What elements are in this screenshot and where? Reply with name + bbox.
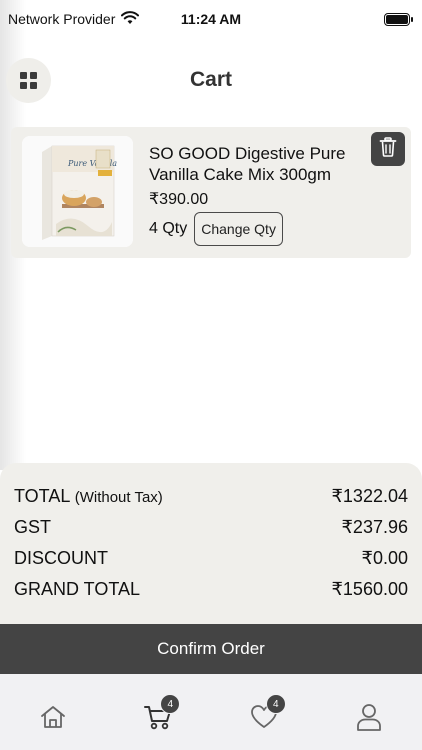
gst-label: GST bbox=[14, 517, 52, 537]
delete-item-button[interactable] bbox=[371, 132, 405, 166]
bottom-nav: 4 4 bbox=[0, 674, 422, 750]
discount-row: DISCOUNT ₹0.00 bbox=[14, 548, 408, 569]
product-name: SO GOOD Digestive Pure Vanilla Cake Mix … bbox=[149, 144, 346, 184]
grand-total-label: GRAND TOTAL bbox=[14, 579, 141, 599]
discount-label: DISCOUNT bbox=[14, 548, 108, 568]
grand-total-value: ₹1560.00 bbox=[331, 579, 408, 599]
product-price: ₹390.00 bbox=[149, 191, 209, 208]
header: Cart bbox=[0, 56, 422, 106]
wifi-icon bbox=[121, 10, 140, 28]
home-icon bbox=[39, 703, 67, 736]
gst-value: ₹237.96 bbox=[341, 517, 408, 537]
gst-row: GST ₹237.96 bbox=[14, 517, 408, 538]
confirm-order-button[interactable]: Confirm Order bbox=[0, 624, 422, 674]
change-qty-button[interactable]: Change Qty bbox=[194, 212, 283, 246]
status-left: Network Provider bbox=[8, 10, 140, 28]
page-title: Cart bbox=[189, 68, 232, 91]
nav-wishlist[interactable]: 4 bbox=[244, 694, 286, 736]
total-row: TOTAL (Without Tax) ₹1322.04 bbox=[14, 486, 408, 507]
grand-total-row: GRAND TOTAL ₹1560.00 bbox=[14, 579, 408, 600]
battery-icon bbox=[384, 12, 413, 26]
quantity-text: 4 Qty bbox=[149, 220, 188, 237]
nav-profile[interactable] bbox=[349, 702, 389, 736]
product-image[interactable]: Pure Vanilla bbox=[22, 136, 133, 247]
quantity-row: 4 Qty Change Qty bbox=[149, 212, 283, 246]
user-icon bbox=[355, 702, 383, 737]
carrier-name: Network Provider bbox=[8, 11, 116, 27]
trash-icon bbox=[379, 136, 397, 162]
nav-home[interactable] bbox=[33, 702, 73, 736]
total-note: (Without Tax) bbox=[74, 489, 163, 506]
total-label-group: TOTAL (Without Tax) bbox=[14, 486, 163, 507]
nav-cart[interactable]: 4 bbox=[138, 694, 181, 736]
wishlist-count-badge: 4 bbox=[265, 694, 286, 714]
cart-item: Pure Vanilla SO GOOD Digestive Pure Vani… bbox=[11, 127, 411, 258]
cart-count-badge: 4 bbox=[160, 694, 181, 714]
total-value: ₹1322.04 bbox=[331, 486, 408, 506]
order-summary: TOTAL (Without Tax) ₹1322.04 GST ₹237.96… bbox=[0, 463, 422, 625]
status-bar: Network Provider 11:24 AM bbox=[0, 0, 422, 38]
discount-value: ₹0.00 bbox=[361, 548, 409, 568]
total-label: TOTAL bbox=[14, 486, 70, 506]
